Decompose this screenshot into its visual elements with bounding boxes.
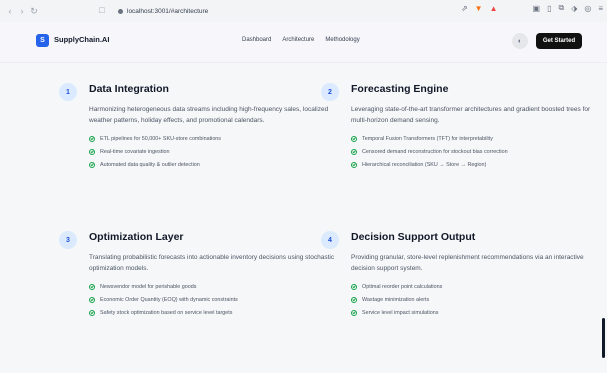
check-circle-icon bbox=[351, 135, 357, 142]
card-forecasting-engine: 2 Forecasting Engine Leveraging state-of… bbox=[321, 83, 601, 173]
feature-list: Temporal Fusion Transformers (TFT) for i… bbox=[351, 134, 601, 169]
card-description: Harmonizing heterogeneous data streams i… bbox=[89, 106, 329, 124]
check-circle-icon bbox=[89, 148, 95, 155]
address-bar[interactable]: localhost:3001/#architecture bbox=[118, 4, 464, 18]
url-text: localhost:3001/#architecture bbox=[127, 7, 209, 15]
feature-list: ETL pipelines for 50,000+ SKU-store comb… bbox=[89, 134, 339, 169]
theme-toggle-icon[interactable]: ◐ bbox=[512, 33, 528, 49]
check-circle-icon bbox=[351, 309, 357, 316]
feature-list: Optimal reorder point calculations Wasta… bbox=[351, 282, 601, 317]
app-header: S SupplyChain.AI Dashboard Architecture … bbox=[0, 22, 607, 63]
site-info-icon[interactable] bbox=[118, 8, 123, 14]
brand-name[interactable]: SupplyChain.AI bbox=[54, 35, 109, 44]
check-circle-icon bbox=[89, 309, 95, 316]
check-circle-icon bbox=[89, 161, 95, 168]
list-item: Newsvendor model for perishable goods bbox=[89, 282, 339, 291]
list-item: Hierarchical reconciliation (SKU → Store… bbox=[351, 160, 601, 169]
main-nav: Dashboard Architecture Methodology bbox=[242, 37, 360, 43]
list-item: Wastage minimization alerts bbox=[351, 295, 601, 304]
rewards-icon[interactable]: ▲ bbox=[490, 4, 498, 13]
sidebar-icon[interactable]: ▣ bbox=[533, 4, 541, 13]
list-item: Real-time covariate ingestion bbox=[89, 147, 339, 156]
architecture-section: 1 Data Integration Harmonizing heterogen… bbox=[0, 63, 607, 373]
card-optimization-layer: 3 Optimization Layer Translating probabi… bbox=[59, 231, 339, 321]
reload-icon[interactable]: ↻ bbox=[28, 6, 40, 17]
list-item: Safety stock optimization based on servi… bbox=[89, 308, 339, 317]
check-circle-icon bbox=[351, 148, 357, 155]
feature-list: Newsvendor model for perishable goods Ec… bbox=[89, 282, 339, 317]
forward-icon[interactable]: › bbox=[16, 6, 28, 16]
list-item: Economic Order Quantity (EOQ) with dynam… bbox=[89, 295, 339, 304]
check-circle-icon bbox=[351, 283, 357, 290]
share-icon[interactable]: ⇗ bbox=[461, 4, 468, 13]
list-item: Service level impact simulations bbox=[351, 308, 601, 317]
card-description: Providing granular, store-level replenis… bbox=[351, 254, 584, 272]
logo-icon[interactable]: S bbox=[36, 34, 49, 47]
browser-toolbar: ‹ › ↻ □ localhost:3001/#architecture ⇗ ▼… bbox=[0, 0, 607, 23]
list-item: Temporal Fusion Transformers (TFT) for i… bbox=[351, 134, 601, 143]
list-item: Optimal reorder point calculations bbox=[351, 282, 601, 291]
list-item: ETL pipelines for 50,000+ SKU-store comb… bbox=[89, 134, 339, 143]
card-description: Translating probabilistic forecasts into… bbox=[89, 254, 335, 272]
card-title: Optimization Layer bbox=[89, 231, 184, 243]
get-started-button[interactable]: Get Started bbox=[536, 33, 582, 49]
card-title: Decision Support Output bbox=[351, 231, 476, 243]
check-circle-icon bbox=[351, 161, 357, 168]
nav-dashboard[interactable]: Dashboard bbox=[242, 37, 271, 43]
account-icon[interactable]: ◎ bbox=[584, 4, 591, 13]
extensions-icon[interactable]: ⬗ bbox=[571, 4, 577, 13]
check-circle-icon bbox=[89, 135, 95, 142]
card-title: Data Integration bbox=[89, 83, 169, 95]
brave-shield-icon[interactable]: ▼ bbox=[475, 4, 483, 13]
step-number: 2 bbox=[321, 83, 339, 101]
check-circle-icon bbox=[89, 296, 95, 303]
card-title: Forecasting Engine bbox=[351, 83, 449, 95]
back-icon[interactable]: ‹ bbox=[4, 6, 16, 16]
tabs-icon[interactable]: ⧉ bbox=[558, 3, 564, 13]
bookmark-icon[interactable]: □ bbox=[96, 5, 108, 15]
nav-architecture[interactable]: Architecture bbox=[282, 37, 314, 43]
card-data-integration: 1 Data Integration Harmonizing heterogen… bbox=[59, 83, 339, 173]
list-item: Censored demand reconstruction for stock… bbox=[351, 147, 601, 156]
step-number: 1 bbox=[59, 83, 77, 101]
check-circle-icon bbox=[351, 296, 357, 303]
step-number: 3 bbox=[59, 231, 77, 249]
card-description: Leveraging state-of-the-art transformer … bbox=[351, 106, 591, 124]
scrollbar-thumb[interactable] bbox=[602, 318, 605, 358]
menu-icon[interactable]: ≡ bbox=[598, 4, 603, 13]
card-decision-support: 4 Decision Support Output Providing gran… bbox=[321, 231, 601, 321]
check-circle-icon bbox=[89, 283, 95, 290]
reader-icon[interactable]: ▯ bbox=[547, 4, 551, 13]
nav-methodology[interactable]: Methodology bbox=[325, 37, 359, 43]
list-item: Automated data quality & outlier detecti… bbox=[89, 160, 339, 169]
browser-actions: ⇗ ▼ ▲ ▣ ▯ ⧉ ⬗ ◎ ≡ bbox=[461, 3, 603, 13]
step-number: 4 bbox=[321, 231, 339, 249]
